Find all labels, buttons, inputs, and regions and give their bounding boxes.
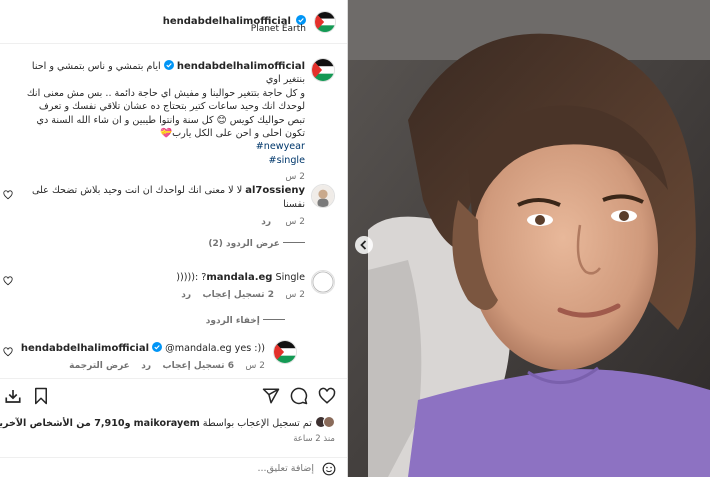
comment-likes[interactable]: 6 تسجيل إعجاب — [163, 361, 234, 371]
caption-line: لوحدك انك وحيد ساعات كتير بتحتاج ده عشان… — [38, 101, 305, 113]
post-header: hendabdelhalimofficial Planet Earth — [0, 0, 347, 44]
reply-button[interactable]: رد — [141, 361, 151, 371]
liker-avatar[interactable] — [323, 416, 335, 428]
hashtag-link[interactable]: single# — [13, 154, 305, 167]
like-comment-heart-icon[interactable] — [3, 276, 13, 286]
post-image — [348, 0, 710, 477]
commenter-avatar[interactable] — [311, 184, 335, 208]
commenter-avatar[interactable] — [311, 270, 335, 294]
comment: mandala.eg Single? :((((( 2 س 2 تسجيل إع… — [15, 271, 305, 328]
post-photo[interactable] — [348, 0, 710, 477]
likes-summary: تم تسجيل الإعجاب بواسطة maikorayem و7,91… — [0, 416, 335, 429]
caption-line: و كل حاجة بتتغير حوالينا و مفيش اي حاجة … — [26, 87, 305, 99]
palestine-flag-icon — [312, 59, 334, 81]
comment-text: لا لا معنى انك لواحدك ان انت وحيد بلاش ت… — [32, 185, 243, 196]
caption-time: 2 س — [285, 172, 305, 183]
view-replies-button[interactable]: عرض الردود (2) — [208, 239, 280, 249]
reply-button[interactable]: رد — [181, 290, 191, 300]
carousel-prev-button[interactable] — [355, 236, 373, 254]
comment-username[interactable]: hendabdelhalimofficial — [21, 343, 149, 354]
caption-line: تكون احلى و احن على الكل يارب💝 — [160, 128, 305, 140]
comment-username[interactable]: mandala.eg — [206, 272, 272, 283]
reply-avatar[interactable] — [273, 340, 297, 364]
comment-likes[interactable]: 2 تسجيل إعجاب — [203, 290, 274, 300]
palestine-flag-icon — [315, 12, 335, 32]
palestine-flag-icon — [274, 341, 296, 363]
likes-others[interactable]: و7,910 من الأشخاص الآخرين — [0, 418, 131, 429]
thread-line — [283, 242, 305, 243]
verified-icon — [152, 342, 163, 352]
comment-icon[interactable] — [290, 387, 308, 405]
comment-time: 2 س — [285, 290, 305, 300]
post-details-panel: hendabdelhalimofficial Planet Earth hend… — [0, 0, 348, 477]
see-translation-button[interactable]: عرض الترجمة — [69, 361, 130, 371]
emoji-icon[interactable] — [322, 462, 336, 476]
hide-replies-button[interactable]: إخفاء الردود — [206, 316, 260, 326]
share-icon[interactable] — [262, 387, 280, 405]
save-icon[interactable] — [32, 387, 50, 405]
comment-username[interactable]: al7ossieny — [245, 185, 305, 196]
heart-icon[interactable] — [318, 387, 336, 405]
carousel-prev-icon — [360, 240, 367, 250]
caption-line: تبص حواليك كويس 😊 كل سنة وانتوا طيبين و … — [36, 114, 305, 126]
comment-time: 2 س — [285, 217, 305, 227]
add-comment-bar — [0, 457, 347, 477]
hashtag-link[interactable]: newyear# — [13, 140, 305, 153]
caption-avatar[interactable] — [311, 58, 335, 82]
like-comment-heart-icon[interactable] — [3, 347, 13, 357]
likes-prefix: تم تسجيل الإعجاب بواسطة — [202, 418, 312, 429]
thread-line — [263, 319, 285, 320]
caption: hendabdelhalimofficial ايام بتمشي و ناس … — [13, 60, 305, 185]
comment-time: 2 س — [245, 361, 265, 371]
like-comment-heart-icon[interactable] — [3, 190, 13, 200]
liker-username[interactable]: maikorayem — [134, 418, 200, 429]
comment-text: @mandala.eg yes :)) — [165, 343, 265, 354]
action-bar — [0, 378, 347, 414]
post-time[interactable]: منذ 2 ساعة — [293, 434, 335, 444]
add-to-story-icon[interactable] — [4, 387, 22, 405]
comment: al7ossieny لا لا معنى انك لواحدك ان انت … — [15, 184, 305, 251]
caption-username[interactable]: hendabdelhalimofficial — [177, 61, 305, 72]
avatar-image — [312, 185, 334, 207]
add-comment-input[interactable] — [44, 461, 314, 476]
post-location[interactable]: Planet Earth — [251, 24, 306, 34]
avatar-image — [312, 271, 334, 293]
comment-text: نفسنا — [283, 199, 305, 210]
author-avatar[interactable] — [314, 11, 336, 33]
verified-icon — [163, 60, 174, 70]
reply-comment: hendabdelhalimofficial @mandala.eg yes :… — [15, 342, 265, 373]
reply-button[interactable]: رد — [261, 217, 271, 227]
